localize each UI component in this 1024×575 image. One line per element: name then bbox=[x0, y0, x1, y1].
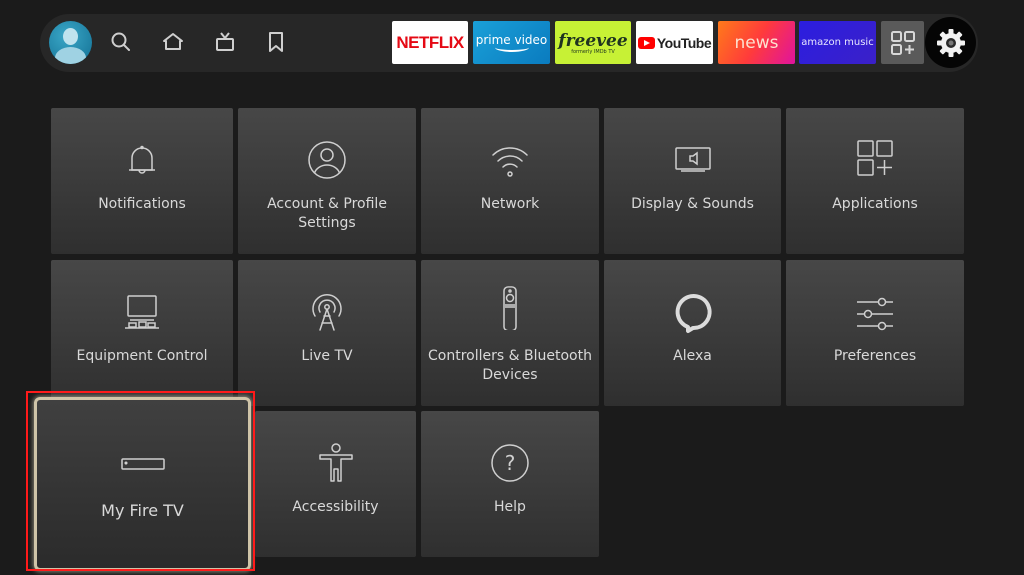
tile-label: Live TV bbox=[301, 348, 353, 364]
app-netflix[interactable]: NETFLIX bbox=[392, 21, 468, 64]
tile-alexa[interactable]: Alexa bbox=[604, 260, 781, 406]
home-icon[interactable] bbox=[161, 30, 185, 54]
alexa-icon bbox=[671, 290, 715, 334]
tile-accessibility[interactable]: Accessibility bbox=[255, 411, 416, 557]
app-youtube[interactable]: YouTube bbox=[636, 21, 713, 64]
profile-avatar[interactable] bbox=[49, 21, 92, 64]
avatar-body bbox=[55, 47, 86, 64]
antenna-icon bbox=[305, 290, 349, 334]
gear-icon bbox=[936, 28, 965, 57]
youtube-play-icon bbox=[637, 36, 655, 49]
tile-applications[interactable]: Applications bbox=[786, 108, 964, 254]
app-prime-video[interactable]: prime video bbox=[473, 21, 550, 64]
tile-controllers-bluetooth[interactable]: Controllers & Bluetooth Devices bbox=[421, 260, 599, 406]
help-icon: ? bbox=[488, 441, 532, 485]
tile-help[interactable]: ? Help bbox=[421, 411, 599, 557]
bookmark-icon[interactable] bbox=[264, 30, 288, 54]
app-library-button[interactable] bbox=[881, 21, 924, 64]
tile-label: Notifications bbox=[98, 196, 186, 212]
app-freevee[interactable]: freevee formerly IMDb TV bbox=[555, 21, 631, 64]
svg-text:?: ? bbox=[505, 451, 516, 475]
tile-network[interactable]: Network bbox=[421, 108, 599, 254]
app-news-label: news bbox=[734, 32, 779, 53]
tile-label: Equipment Control bbox=[76, 348, 208, 364]
wifi-icon bbox=[488, 138, 532, 182]
accessibility-icon bbox=[314, 441, 358, 485]
settings-button[interactable] bbox=[925, 17, 976, 68]
tile-my-fire-tv[interactable]: My Fire TV bbox=[34, 397, 251, 571]
bell-icon bbox=[120, 138, 164, 182]
prime-smile-logo bbox=[494, 43, 529, 52]
tile-label: Controllers & Bluetooth Devices bbox=[428, 348, 592, 383]
fire-tv-stick-icon bbox=[120, 442, 165, 486]
tile-equipment-control[interactable]: Equipment Control bbox=[51, 260, 233, 406]
app-freevee-label: freevee bbox=[558, 30, 628, 51]
tile-label: Network bbox=[480, 196, 540, 212]
app-freevee-sublabel: formerly IMDb TV bbox=[571, 48, 615, 55]
app-amazon-music[interactable]: amazon music bbox=[799, 21, 876, 64]
tile-label: Applications bbox=[832, 196, 918, 212]
app-netflix-label: NETFLIX bbox=[396, 32, 464, 52]
app-amazon-music-label: amazon music bbox=[801, 37, 874, 48]
tile-notifications[interactable]: Notifications bbox=[51, 108, 233, 254]
tile-label: Display & Sounds bbox=[631, 196, 754, 212]
app-youtube-label: YouTube bbox=[656, 34, 712, 51]
tile-account-profile[interactable]: Account & Profile Settings bbox=[238, 108, 416, 254]
live-tv-icon[interactable] bbox=[213, 30, 237, 54]
tile-preferences[interactable]: Preferences bbox=[786, 260, 964, 406]
search-icon[interactable] bbox=[109, 30, 133, 54]
sliders-icon bbox=[853, 290, 897, 334]
apps-icon bbox=[853, 138, 897, 182]
tile-label: Accessibility bbox=[292, 499, 379, 515]
user-circle-icon bbox=[305, 138, 349, 182]
tile-label: Account & Profile Settings bbox=[267, 196, 387, 231]
display-sound-icon bbox=[671, 138, 715, 182]
app-news[interactable]: news bbox=[718, 21, 795, 64]
tile-label: Alexa bbox=[673, 348, 712, 364]
tile-label: Help bbox=[494, 499, 526, 515]
tile-display-sounds[interactable]: Display & Sounds bbox=[604, 108, 781, 254]
apps-grid-plus-icon bbox=[890, 30, 915, 55]
equipment-icon bbox=[120, 290, 164, 334]
tile-label: Preferences bbox=[833, 348, 917, 364]
tile-label: My Fire TV bbox=[101, 501, 184, 520]
tile-live-tv[interactable]: Live TV bbox=[238, 260, 416, 406]
avatar-head bbox=[63, 28, 78, 45]
remote-icon bbox=[488, 286, 532, 332]
